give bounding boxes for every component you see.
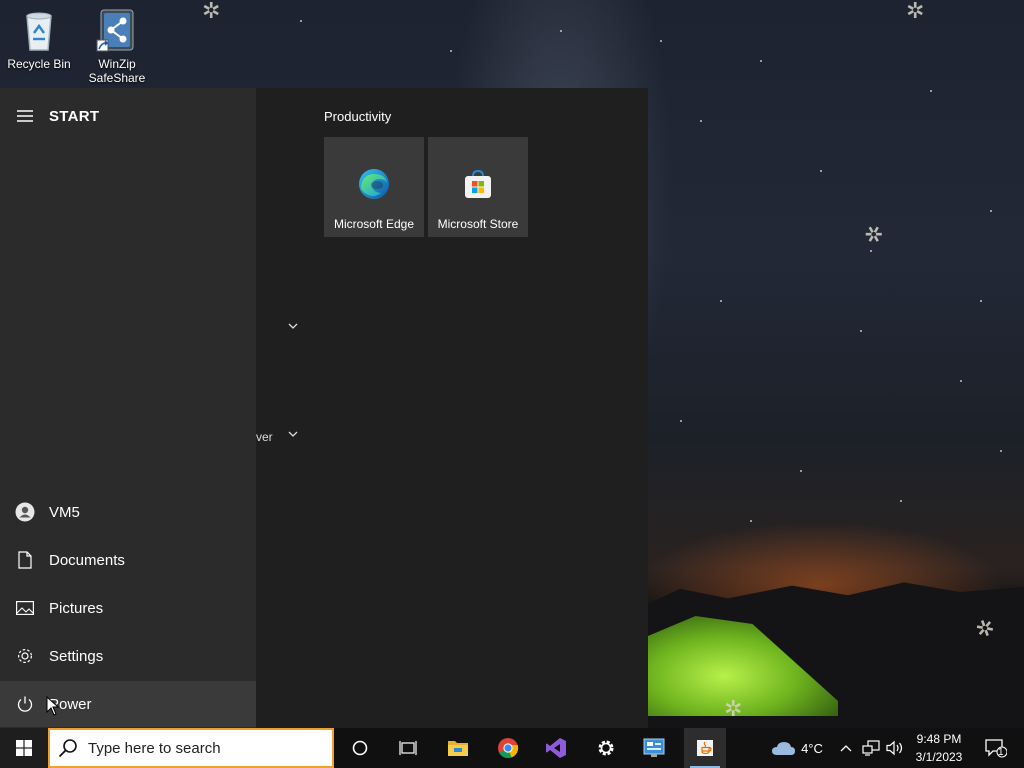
rail-item-settings[interactable]: Settings: [0, 633, 256, 679]
cortana-icon: [352, 740, 368, 756]
start-rail: START VM5 Documents Pictures Settings Po…: [0, 88, 256, 728]
chevron-down-icon[interactable]: [288, 428, 298, 440]
taskbar-file-explorer[interactable]: [438, 728, 478, 768]
start-expand-button[interactable]: START: [0, 93, 256, 139]
document-icon: [0, 551, 49, 569]
network-icon: [862, 740, 880, 756]
cloud-icon: [772, 742, 796, 755]
winzip-safeshare-label: WinZip SafeShare: [88, 57, 146, 85]
edge-icon: [359, 169, 389, 199]
recycle-bin-label: Recycle Bin: [7, 57, 71, 71]
hamburger-menu-icon: [0, 110, 49, 122]
taskbar-java[interactable]: [684, 728, 726, 768]
gear-icon: [0, 647, 49, 665]
winzip-safeshare-icon: [93, 6, 141, 54]
start-button[interactable]: [0, 728, 48, 768]
windows-logo-icon: [16, 740, 32, 756]
taskbar-chrome[interactable]: [488, 728, 528, 768]
tile-microsoft-store[interactable]: Microsoft Store: [428, 137, 528, 237]
action-center-button[interactable]: 1: [974, 728, 1018, 768]
search-input[interactable]: [88, 739, 318, 757]
tile-group-title: Productivity: [324, 109, 392, 124]
notification-count: 1: [998, 747, 1004, 758]
tile-label: Microsoft Store: [437, 217, 519, 231]
user-icon: [0, 502, 49, 522]
visual-studio-icon: [546, 738, 566, 758]
volume-button[interactable]: [884, 728, 906, 768]
settings-icon: [598, 740, 614, 756]
chevron-up-icon: [840, 745, 852, 752]
moth-decoration: ✲: [859, 219, 888, 251]
taskbar-clock[interactable]: 9:48 PM 3/1/2023: [908, 730, 970, 766]
weather-widget[interactable]: 4°C: [768, 728, 826, 768]
rail-item-power[interactable]: Power: [0, 681, 256, 727]
power-icon: [0, 695, 49, 713]
mouse-cursor-icon: [46, 696, 60, 716]
rail-item-pictures[interactable]: Pictures: [0, 585, 256, 631]
task-view-icon: [399, 741, 417, 755]
taskbar-search-box[interactable]: [48, 728, 334, 768]
start-menu: START VM5 Documents Pictures Settings Po…: [0, 88, 648, 728]
file-explorer-icon: [448, 741, 468, 756]
java-icon: [697, 740, 713, 756]
taskbar-settings[interactable]: [586, 728, 626, 768]
clock-date: 3/1/2023: [915, 750, 963, 764]
moth-decoration: ✲: [724, 696, 743, 721]
cortana-button[interactable]: [340, 728, 380, 768]
chevron-down-icon[interactable]: [288, 320, 298, 332]
rail-item-label: Settings: [49, 647, 104, 665]
network-button[interactable]: [860, 728, 882, 768]
control-panel-icon: [643, 738, 665, 757]
moth-decoration: ✲: [906, 0, 925, 23]
chrome-icon: [498, 738, 519, 759]
rail-item-user[interactable]: VM5: [0, 489, 256, 535]
search-icon: [58, 739, 77, 758]
moth-decoration: ✲: [202, 0, 221, 23]
show-hidden-icons-button[interactable]: [836, 728, 856, 768]
task-view-button[interactable]: [388, 728, 428, 768]
tile-microsoft-edge[interactable]: Microsoft Edge: [324, 137, 424, 237]
recycle-bin-shortcut[interactable]: Recycle Bin: [4, 6, 74, 71]
recycle-bin-icon: [15, 6, 63, 54]
pictures-icon: [0, 601, 49, 615]
rail-item-label: VM5: [49, 503, 80, 521]
winzip-safeshare-shortcut[interactable]: WinZip SafeShare: [82, 6, 152, 85]
rail-item-documents[interactable]: Documents: [0, 537, 256, 583]
partial-app-label: ver: [256, 430, 273, 444]
start-title: START: [49, 107, 100, 125]
store-icon: [465, 169, 491, 198]
taskbar-control-panel[interactable]: [634, 728, 674, 768]
taskbar-visual-studio[interactable]: [536, 728, 576, 768]
weather-temperature: 4°C: [801, 740, 823, 756]
rail-item-label: Pictures: [49, 599, 104, 617]
clock-time: 9:48 PM: [916, 732, 962, 746]
start-tiles-area: Productivity Microsoft Edge Microsoft St…: [256, 88, 648, 728]
speaker-icon: [886, 740, 903, 756]
tile-label: Microsoft Edge: [333, 217, 415, 231]
rail-item-label: Documents: [49, 551, 125, 569]
